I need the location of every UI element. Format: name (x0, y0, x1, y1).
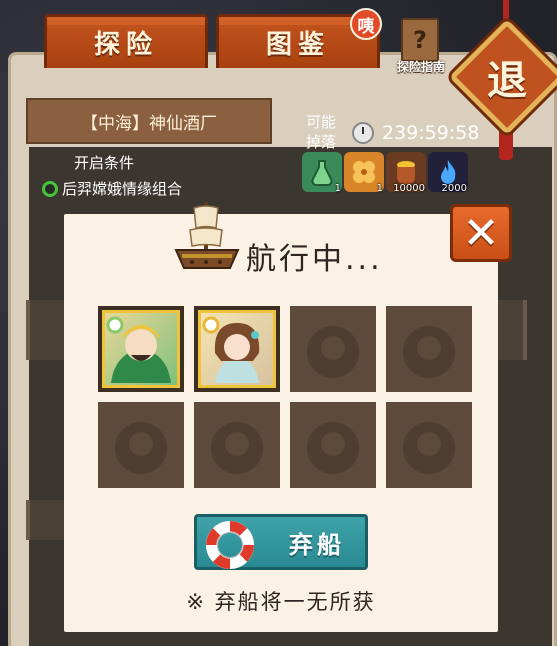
check-icon (42, 180, 58, 197)
side-card (26, 500, 66, 540)
side-card (497, 300, 527, 360)
empty-slot[interactable] (290, 306, 376, 392)
guide-button[interactable]: ? 探险指南 (389, 18, 453, 80)
tab-highlight (47, 17, 205, 25)
warrior-portrait-icon (106, 316, 171, 383)
empty-slot[interactable] (98, 402, 184, 488)
condition-item-label: 后羿嫦娥情缘组合 (62, 180, 183, 198)
condition-item: 后羿嫦娥情缘组合 (42, 178, 182, 199)
empty-slot[interactable] (386, 402, 472, 488)
tab-explore-label: 探险 (93, 30, 158, 60)
drop-count: 2000 (441, 183, 467, 194)
empty-slot[interactable] (194, 402, 280, 488)
close-button[interactable]: ✕ (450, 204, 512, 262)
potion-glyph (311, 160, 333, 187)
guide-book-icon: ? (401, 18, 439, 62)
stage-name: 【中海】神仙酒厂 (26, 98, 272, 144)
lifebuoy-stripes (206, 521, 254, 569)
clover-glyph (353, 161, 375, 183)
gold-pot-icon[interactable]: 10000 (386, 152, 426, 194)
green-warrior-hero (102, 310, 180, 388)
blue-flame-icon[interactable]: 2000 (428, 152, 468, 194)
close-icon: ✕ (462, 207, 500, 259)
clock-icon (352, 122, 374, 144)
abandon-warning: ※ 弃船将一无所获 (186, 590, 376, 614)
side-card (26, 300, 66, 360)
guide-label: 探险指南 (396, 60, 445, 74)
notification-badge: 咦 (350, 8, 382, 40)
retreat-label[interactable]: 退 (466, 40, 548, 114)
hero-slot-1[interactable] (98, 306, 184, 392)
hero-slot-2[interactable] (194, 306, 280, 392)
ship-icon (174, 202, 240, 269)
tab-codex-label: 图鉴 (265, 30, 330, 60)
abandon-ship-label: 弃船 (289, 530, 345, 559)
empty-slot[interactable] (290, 402, 376, 488)
drop-label: 可能掉落 (305, 113, 336, 151)
timer-value: 239:59:58 (382, 122, 480, 144)
drop-count: 10000 (393, 183, 425, 194)
drop-count: 1 (334, 183, 341, 194)
tab-explore[interactable]: 探险 (44, 14, 208, 68)
girl-hero (198, 310, 276, 388)
green-potion-icon[interactable]: 1 (302, 152, 342, 194)
clover-coin-icon[interactable]: 1 (344, 152, 384, 194)
drop-list: 1 1 10000 2000 (302, 152, 468, 194)
empty-slot[interactable] (386, 306, 472, 392)
condition-title: 开启条件 (74, 154, 135, 172)
girl-portrait-icon (202, 316, 260, 383)
timer: 239:59:58 (352, 118, 502, 148)
dialog-title: 航行中... (246, 242, 383, 277)
drop-count: 1 (376, 183, 383, 194)
